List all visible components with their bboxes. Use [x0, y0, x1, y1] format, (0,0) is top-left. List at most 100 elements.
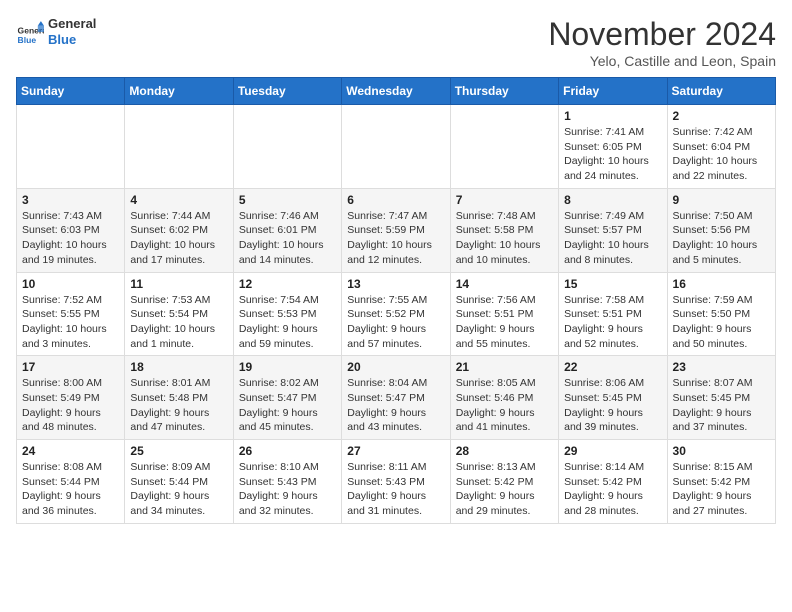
calendar-cell: 6 Sunrise: 7:47 AM Sunset: 5:59 PM Daylig… [342, 188, 450, 272]
day-number: 10 [22, 277, 119, 291]
day-info: Sunrise: 7:58 AM Sunset: 5:51 PM Dayligh… [564, 293, 661, 352]
calendar-cell [17, 105, 125, 189]
day-number: 29 [564, 444, 661, 458]
weekday-header-monday: Monday [125, 78, 233, 105]
day-number: 1 [564, 109, 661, 123]
calendar-cell: 2 Sunrise: 7:42 AM Sunset: 6:04 PM Daylig… [667, 105, 775, 189]
calendar-cell: 30 Sunrise: 8:15 AM Sunset: 5:42 PM Dayli… [667, 440, 775, 524]
calendar-cell: 13 Sunrise: 7:55 AM Sunset: 5:52 PM Dayli… [342, 272, 450, 356]
calendar-cell: 16 Sunrise: 7:59 AM Sunset: 5:50 PM Dayli… [667, 272, 775, 356]
day-info: Sunrise: 8:02 AM Sunset: 5:47 PM Dayligh… [239, 376, 336, 435]
day-number: 15 [564, 277, 661, 291]
weekday-header-row: SundayMondayTuesdayWednesdayThursdayFrid… [17, 78, 776, 105]
calendar-cell [125, 105, 233, 189]
day-info: Sunrise: 7:53 AM Sunset: 5:54 PM Dayligh… [130, 293, 227, 352]
day-info: Sunrise: 8:05 AM Sunset: 5:46 PM Dayligh… [456, 376, 553, 435]
calendar-cell: 20 Sunrise: 8:04 AM Sunset: 5:47 PM Dayli… [342, 356, 450, 440]
calendar-cell [342, 105, 450, 189]
day-info: Sunrise: 7:55 AM Sunset: 5:52 PM Dayligh… [347, 293, 444, 352]
day-info: Sunrise: 8:07 AM Sunset: 5:45 PM Dayligh… [673, 376, 770, 435]
day-number: 6 [347, 193, 444, 207]
day-number: 16 [673, 277, 770, 291]
weekday-header-sunday: Sunday [17, 78, 125, 105]
day-info: Sunrise: 7:47 AM Sunset: 5:59 PM Dayligh… [347, 209, 444, 268]
calendar-cell: 28Sunrise: 8:13 AM Sunset: 5:42 PM Dayli… [450, 440, 558, 524]
day-info: Sunrise: 7:43 AM Sunset: 6:03 PM Dayligh… [22, 209, 119, 268]
calendar-cell: 29 Sunrise: 8:14 AM Sunset: 5:42 PM Dayli… [559, 440, 667, 524]
calendar-cell: 8 Sunrise: 7:49 AM Sunset: 5:57 PM Daylig… [559, 188, 667, 272]
calendar-cell: 1 Sunrise: 7:41 AM Sunset: 6:05 PM Daylig… [559, 105, 667, 189]
day-info: Sunrise: 8:01 AM Sunset: 5:48 PM Dayligh… [130, 376, 227, 435]
logo-icon: General Blue [16, 18, 44, 46]
day-info: Sunrise: 8:11 AM Sunset: 5:43 PM Dayligh… [347, 460, 444, 519]
weekday-header-wednesday: Wednesday [342, 78, 450, 105]
day-info: Sunrise: 7:54 AM Sunset: 5:53 PM Dayligh… [239, 293, 336, 352]
day-info: Sunrise: 8:04 AM Sunset: 5:47 PM Dayligh… [347, 376, 444, 435]
day-info: Sunrise: 7:52 AM Sunset: 5:55 PM Dayligh… [22, 293, 119, 352]
day-number: 4 [130, 193, 227, 207]
day-number: 23 [673, 360, 770, 374]
day-info: Sunrise: 7:44 AM Sunset: 6:02 PM Dayligh… [130, 209, 227, 268]
day-number: 25 [130, 444, 227, 458]
day-number: 14 [456, 277, 553, 291]
day-number: 8 [564, 193, 661, 207]
calendar-cell: 15 Sunrise: 7:58 AM Sunset: 5:51 PM Dayli… [559, 272, 667, 356]
logo-blue: Blue [48, 32, 76, 47]
day-info: Sunrise: 7:50 AM Sunset: 5:56 PM Dayligh… [673, 209, 770, 268]
calendar-cell: 23 Sunrise: 8:07 AM Sunset: 5:45 PM Dayli… [667, 356, 775, 440]
day-number: 13 [347, 277, 444, 291]
calendar-cell [450, 105, 558, 189]
calendar-cell: 22Sunrise: 8:06 AM Sunset: 5:45 PM Dayli… [559, 356, 667, 440]
calendar-cell: 12 Sunrise: 7:54 AM Sunset: 5:53 PM Dayli… [233, 272, 341, 356]
day-info: Sunrise: 8:00 AM Sunset: 5:49 PM Dayligh… [22, 376, 119, 435]
day-number: 27 [347, 444, 444, 458]
day-number: 21 [456, 360, 553, 374]
calendar-cell: 14 Sunrise: 7:56 AM Sunset: 5:51 PM Dayli… [450, 272, 558, 356]
day-number: 9 [673, 193, 770, 207]
subtitle: Yelo, Castille and Leon, Spain [548, 53, 776, 69]
day-info: Sunrise: 7:42 AM Sunset: 6:04 PM Dayligh… [673, 125, 770, 184]
calendar-cell: 10 Sunrise: 7:52 AM Sunset: 5:55 PM Dayli… [17, 272, 125, 356]
month-title: November 2024 [548, 16, 776, 53]
day-info: Sunrise: 7:49 AM Sunset: 5:57 PM Dayligh… [564, 209, 661, 268]
day-number: 2 [673, 109, 770, 123]
calendar-week-row: 3 Sunrise: 7:43 AM Sunset: 6:03 PM Daylig… [17, 188, 776, 272]
day-number: 12 [239, 277, 336, 291]
day-info: Sunrise: 8:06 AM Sunset: 5:45 PM Dayligh… [564, 376, 661, 435]
day-info: Sunrise: 8:15 AM Sunset: 5:42 PM Dayligh… [673, 460, 770, 519]
day-info: Sunrise: 7:56 AM Sunset: 5:51 PM Dayligh… [456, 293, 553, 352]
day-number: 20 [347, 360, 444, 374]
calendar-week-row: 1 Sunrise: 7:41 AM Sunset: 6:05 PM Daylig… [17, 105, 776, 189]
day-number: 24 [22, 444, 119, 458]
calendar-table: SundayMondayTuesdayWednesdayThursdayFrid… [16, 77, 776, 524]
calendar-week-row: 10 Sunrise: 7:52 AM Sunset: 5:55 PM Dayli… [17, 272, 776, 356]
weekday-header-friday: Friday [559, 78, 667, 105]
day-info: Sunrise: 8:10 AM Sunset: 5:43 PM Dayligh… [239, 460, 336, 519]
calendar-cell: 3 Sunrise: 7:43 AM Sunset: 6:03 PM Daylig… [17, 188, 125, 272]
day-info: Sunrise: 8:14 AM Sunset: 5:42 PM Dayligh… [564, 460, 661, 519]
calendar-cell: 7Sunrise: 7:48 AM Sunset: 5:58 PM Daylig… [450, 188, 558, 272]
calendar-cell: 18 Sunrise: 8:01 AM Sunset: 5:48 PM Dayli… [125, 356, 233, 440]
svg-text:Blue: Blue [18, 34, 37, 44]
calendar-cell: 21 Sunrise: 8:05 AM Sunset: 5:46 PM Dayli… [450, 356, 558, 440]
header: General Blue General Blue November 2024 … [16, 16, 776, 69]
day-info: Sunrise: 7:41 AM Sunset: 6:05 PM Dayligh… [564, 125, 661, 184]
day-number: 19 [239, 360, 336, 374]
day-number: 30 [673, 444, 770, 458]
day-number: 11 [130, 277, 227, 291]
calendar-cell: 27 Sunrise: 8:11 AM Sunset: 5:43 PM Dayli… [342, 440, 450, 524]
day-info: Sunrise: 7:59 AM Sunset: 5:50 PM Dayligh… [673, 293, 770, 352]
calendar-cell: 17 Sunrise: 8:00 AM Sunset: 5:49 PM Dayli… [17, 356, 125, 440]
day-number: 18 [130, 360, 227, 374]
weekday-header-tuesday: Tuesday [233, 78, 341, 105]
day-number: 26 [239, 444, 336, 458]
day-number: 5 [239, 193, 336, 207]
day-number: 17 [22, 360, 119, 374]
day-info: Sunrise: 7:48 AM Sunset: 5:58 PM Dayligh… [456, 209, 553, 268]
calendar-cell: 25 Sunrise: 8:09 AM Sunset: 5:44 PM Dayli… [125, 440, 233, 524]
calendar-cell: 24Sunrise: 8:08 AM Sunset: 5:44 PM Dayli… [17, 440, 125, 524]
day-info: Sunrise: 8:09 AM Sunset: 5:44 PM Dayligh… [130, 460, 227, 519]
calendar-cell: 4 Sunrise: 7:44 AM Sunset: 6:02 PM Daylig… [125, 188, 233, 272]
calendar-cell: 5Sunrise: 7:46 AM Sunset: 6:01 PM Daylig… [233, 188, 341, 272]
day-number: 3 [22, 193, 119, 207]
